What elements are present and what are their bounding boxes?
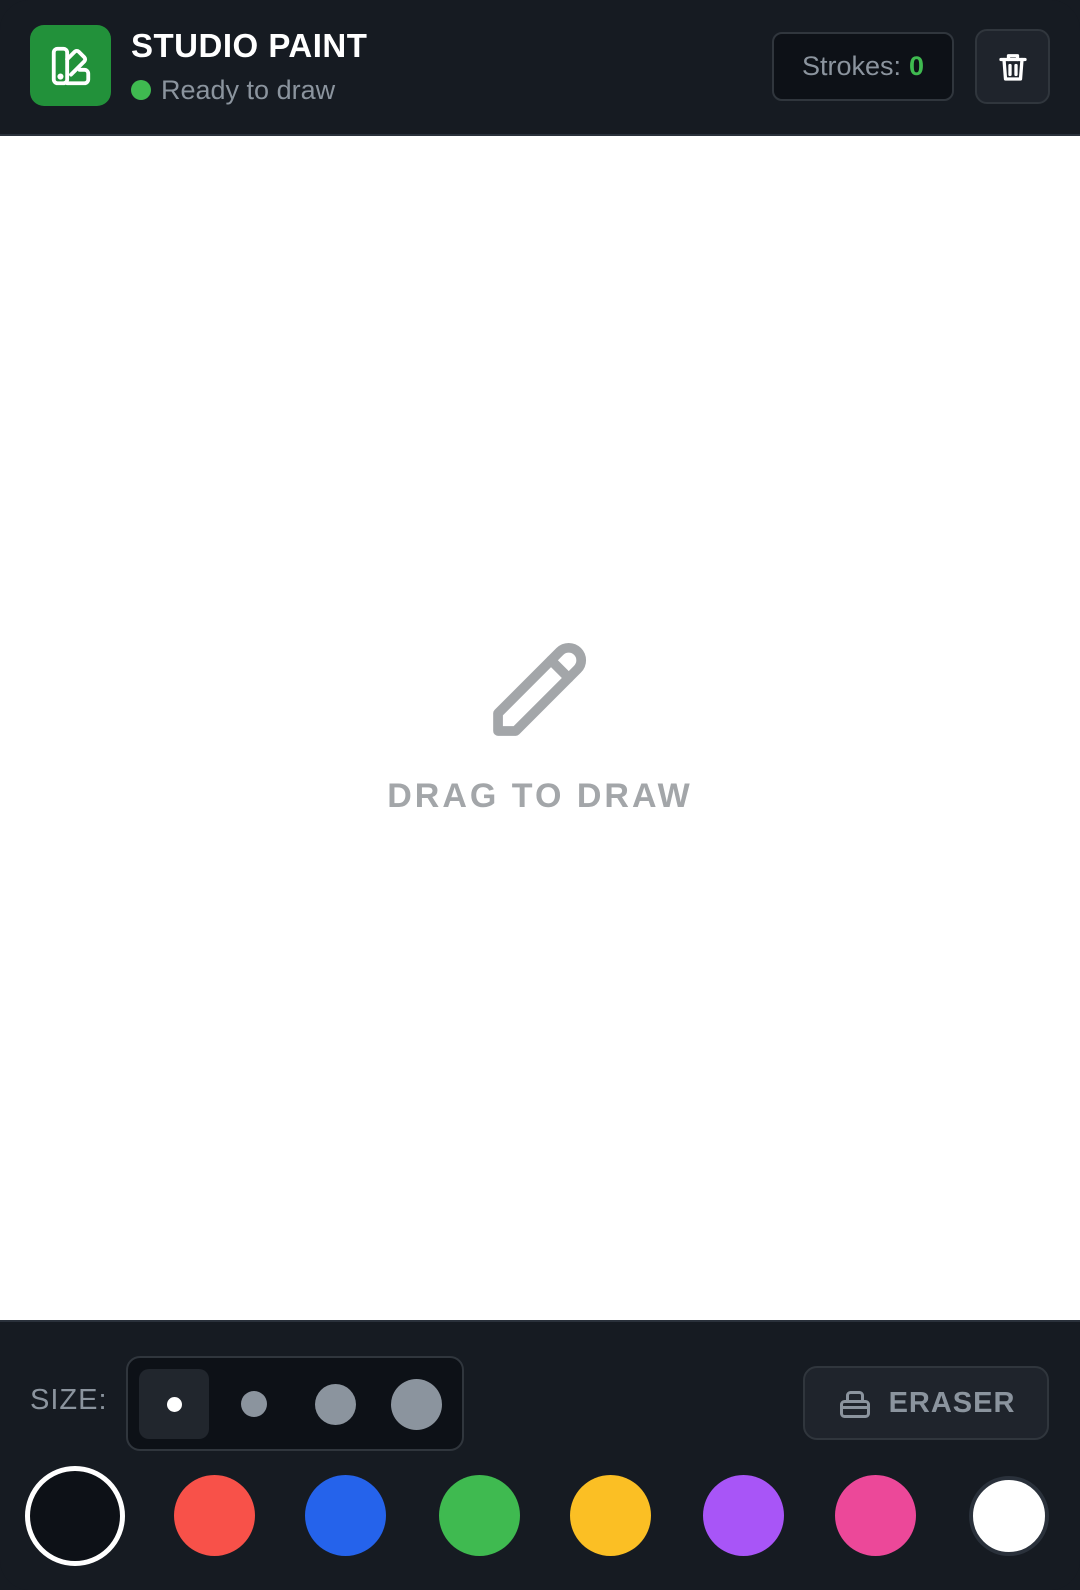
color-swatch-red[interactable] [174,1475,255,1556]
bottom-toolbar: SIZE: ERASER [0,1320,1080,1590]
trash-icon [998,53,1027,81]
eraser-icon [839,1391,870,1418]
app-header: STUDIO PAINT Ready to draw Strokes: 0 [0,0,1080,136]
strokes-label: Strokes: [801,51,901,81]
eraser-button[interactable]: ERASER [803,1366,1049,1440]
size-dot [241,1391,267,1417]
brush-size-selector [126,1356,464,1451]
brush-size-small[interactable] [139,1369,209,1439]
size-dot [166,1396,182,1412]
color-swatch-white[interactable] [969,1476,1049,1556]
clear-canvas-button[interactable] [975,29,1050,104]
size-dot [314,1383,356,1425]
drawing-canvas[interactable]: DRAG TO DRAW [0,136,1080,1320]
app-title: STUDIO PAINT [131,27,368,64]
color-swatch-blue[interactable] [305,1475,386,1556]
canvas-hint: DRAG TO DRAW [0,136,1080,1320]
brush-size-xlarge[interactable] [381,1369,451,1439]
strokes-counter: Strokes: 0 [772,32,954,101]
eraser-label: ERASER [888,1386,1016,1419]
palette-swatch-icon [51,46,90,85]
app-logo [30,25,111,106]
size-label: SIZE: [30,1384,108,1416]
paint-app: STUDIO PAINT Ready to draw Strokes: 0 DR… [0,0,1080,1590]
status-indicator: Ready to draw [131,73,335,107]
brush-size-medium[interactable] [219,1369,289,1439]
color-swatch-purple[interactable] [703,1475,784,1556]
canvas-hint-text: DRAG TO DRAW [387,777,693,815]
size-dot [390,1378,442,1430]
status-text: Ready to draw [161,74,336,105]
pencil-icon [493,643,586,736]
strokes-count: 0 [909,51,925,81]
color-swatch-pink[interactable] [835,1475,916,1556]
color-swatch-green[interactable] [439,1475,520,1556]
brush-size-large[interactable] [300,1369,370,1439]
status-dot [131,80,151,100]
color-swatch-black[interactable] [25,1466,125,1566]
color-swatch-yellow[interactable] [570,1475,651,1556]
